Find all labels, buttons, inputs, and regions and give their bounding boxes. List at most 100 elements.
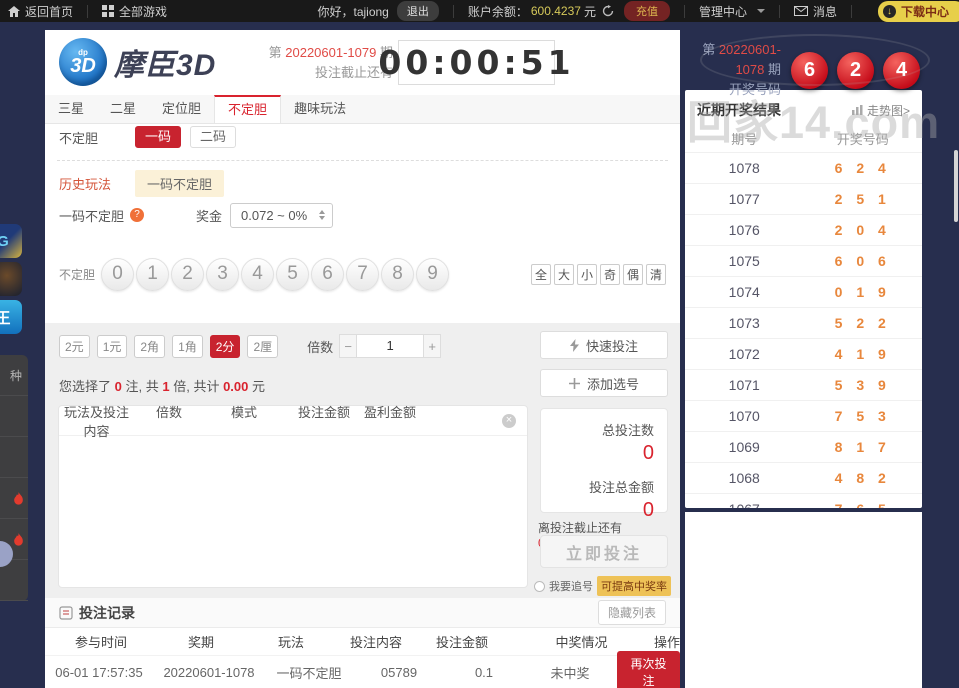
- submit-bet-button[interactable]: 立即投注: [540, 535, 668, 568]
- bet-again-button[interactable]: 再次投注: [617, 651, 680, 688]
- bet-summary-panel: 总投注数 0 投注总金额 0: [540, 408, 668, 521]
- quick-filter-button[interactable]: 小: [577, 263, 597, 285]
- results-title: 近期开奖结果: [697, 102, 781, 118]
- result-row[interactable]: 1077 2 5 1: [685, 183, 922, 214]
- number-ball[interactable]: 5: [276, 257, 309, 291]
- unit-button[interactable]: 2角: [134, 334, 166, 358]
- issue-prefix: 第: [268, 45, 282, 60]
- menu-item[interactable]: [0, 437, 28, 478]
- result-issue: 1071: [728, 377, 760, 393]
- game-title: 摩臣3D: [114, 49, 217, 82]
- increment-button[interactable]: +: [423, 334, 442, 358]
- download-center-button[interactable]: ↓ 下载中心: [877, 0, 959, 22]
- unit-button[interactable]: 2元: [59, 334, 90, 358]
- quick-filter-button[interactable]: 偶: [623, 263, 643, 285]
- hide-list-button[interactable]: 隐藏列表: [597, 600, 666, 625]
- close-icon[interactable]: [502, 413, 516, 428]
- chase-hint-badge: 可提高中奖率: [597, 576, 671, 596]
- decrement-button[interactable]: −: [339, 334, 358, 358]
- game-tab[interactable]: 趣味玩法: [281, 95, 359, 123]
- number-ball[interactable]: 6: [311, 257, 344, 291]
- result-row[interactable]: 1073 5 2 2: [685, 307, 922, 338]
- number-ball[interactable]: 4: [241, 257, 274, 291]
- result-row[interactable]: 1071 5 3 9: [685, 369, 922, 400]
- number-ball[interactable]: 8: [381, 257, 414, 291]
- result-row[interactable]: 1069 8 1 7: [685, 431, 922, 462]
- menu-item[interactable]: [0, 478, 28, 519]
- refresh-icon[interactable]: [602, 5, 614, 17]
- all-games-link[interactable]: 全部游戏: [102, 3, 167, 20]
- chart-icon: [851, 105, 863, 115]
- divider: [87, 4, 89, 18]
- result-numbers: 2 5 1: [834, 191, 891, 207]
- total-amount-label: 投注总金额: [588, 480, 654, 495]
- add-selection-button[interactable]: 添加选号: [540, 369, 668, 397]
- result-row[interactable]: 1078 6 2 4: [685, 152, 922, 183]
- result-row[interactable]: 1076 2 0 4: [685, 214, 922, 245]
- chase-radio[interactable]: [534, 580, 545, 592]
- results-column-headers: 期号 开奖号码: [685, 124, 922, 152]
- multiplier-label: 倍数: [307, 339, 334, 355]
- code-count-button[interactable]: 二码: [190, 126, 237, 148]
- result-row[interactable]: 1068 4 8 2: [685, 462, 922, 493]
- unit-button[interactable]: 2厘: [247, 334, 279, 358]
- selection-summary: 您选择了 0 注, 共 1 倍, 共计 0.00 元: [59, 379, 266, 394]
- quick-bet-button[interactable]: 快速投注: [540, 331, 668, 359]
- number-ball[interactable]: 2: [171, 257, 204, 291]
- numbers-column-header: 开奖号码: [836, 131, 889, 147]
- last-draw-block: 第 20220601-1078 期 开奖号码 624: [685, 40, 922, 100]
- history-play-tag[interactable]: 一码不定胆: [135, 170, 225, 197]
- result-row[interactable]: 1067 7 6 5: [685, 493, 922, 508]
- logo-3d-ball: dp 3D: [59, 38, 107, 86]
- unit-button[interactable]: 1角: [172, 334, 203, 358]
- result-row[interactable]: 1075 6 0 6: [685, 245, 922, 276]
- countdown-timer: 00:00:51: [378, 40, 571, 85]
- records-column-headers: 参与时间 奖期 玩法 投注内容 投注金额 中奖情况 操作: [45, 628, 680, 656]
- number-ball[interactable]: 1: [136, 257, 169, 291]
- quick-filter-button[interactable]: 清: [646, 263, 666, 285]
- game-tab[interactable]: 三星: [45, 95, 97, 123]
- logout-button[interactable]: 退出: [396, 1, 439, 21]
- help-icon[interactable]: [130, 208, 145, 222]
- number-ball[interactable]: 7: [346, 257, 379, 291]
- picker-label: 不定胆: [59, 267, 96, 282]
- balance-value: 600.4237: [530, 4, 581, 18]
- recharge-button[interactable]: 充值: [623, 1, 670, 21]
- column-header: 盈利金额: [364, 404, 417, 420]
- game-icon-g[interactable]: G: [0, 224, 22, 258]
- bet-records-section: 投注记录 隐藏列表 参与时间 奖期 玩法 投注内容 投注金额 中奖情况 操作 06-01 1…: [45, 598, 680, 688]
- record-issue: 20220601-1078: [163, 664, 255, 680]
- game-tab[interactable]: 二星: [97, 95, 149, 123]
- menu-item[interactable]: [0, 396, 28, 437]
- record-content: 05789: [380, 664, 418, 680]
- home-link[interactable]: 返回首页: [8, 3, 73, 20]
- quick-filter-button[interactable]: 大: [554, 263, 574, 285]
- scrollbar-thumb[interactable]: [954, 150, 958, 222]
- result-row[interactable]: 1074 0 1 9: [685, 276, 922, 307]
- number-ball[interactable]: 0: [101, 257, 134, 291]
- number-ball[interactable]: 9: [416, 257, 449, 291]
- multiplier-input[interactable]: 1: [357, 334, 424, 358]
- game-tab[interactable]: 定位胆: [149, 95, 214, 123]
- game-icon-wang[interactable]: 王: [0, 300, 22, 334]
- record-list-icon: [59, 605, 73, 620]
- admin-center-menu[interactable]: 管理中心: [699, 3, 765, 20]
- bonus-select[interactable]: 0.072 ~ 0%: [230, 202, 334, 228]
- quick-filter-button[interactable]: 全: [531, 263, 551, 285]
- number-ball[interactable]: 3: [206, 257, 239, 291]
- unit-button[interactable]: 1元: [96, 334, 128, 358]
- quick-filter-button[interactable]: 奇: [600, 263, 620, 285]
- column-header: 玩法及投注内容: [63, 404, 129, 439]
- game-icon-avatar[interactable]: [0, 262, 22, 296]
- unit-button[interactable]: 2分: [209, 334, 241, 358]
- deadline-label: 投注截止还有: [314, 65, 393, 80]
- result-row[interactable]: 1070 7 5 3: [685, 400, 922, 431]
- messages-label: 消息: [812, 4, 837, 19]
- game-tab[interactable]: 不定胆: [214, 95, 282, 123]
- trend-chart-link[interactable]: 走势图>: [851, 102, 910, 119]
- messages-link[interactable]: 消息: [793, 3, 837, 20]
- code-count-button[interactable]: 一码: [135, 126, 182, 148]
- result-row[interactable]: 1072 4 1 9: [685, 338, 922, 369]
- menu-item[interactable]: 种: [0, 355, 28, 396]
- result-numbers: 5 3 9: [834, 377, 891, 393]
